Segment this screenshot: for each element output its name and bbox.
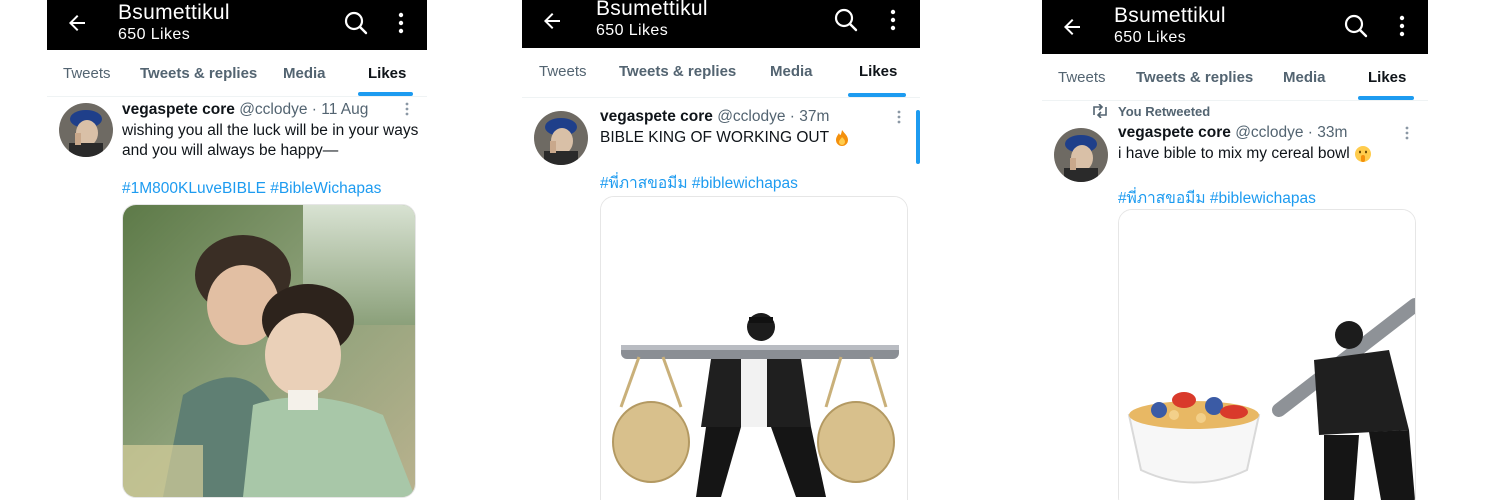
- back-arrow-icon[interactable]: [65, 11, 89, 35]
- display-name[interactable]: vegaspete core: [1118, 124, 1231, 141]
- active-tab-indicator: [1358, 96, 1414, 100]
- tab-tweets[interactable]: Tweets: [1058, 69, 1106, 86]
- hashtag-link[interactable]: #biblewichapas: [692, 175, 798, 192]
- tweet-meta: @cclodye · 37m: [717, 108, 830, 125]
- search-icon[interactable]: [1343, 13, 1369, 39]
- tab-media[interactable]: Media: [770, 63, 813, 80]
- tweet-media-photo[interactable]: [1118, 209, 1416, 500]
- profile-header: Bsumettikul 650 Likes: [522, 0, 920, 48]
- back-arrow-icon[interactable]: [540, 9, 564, 33]
- more-options-icon[interactable]: [889, 8, 897, 32]
- tab-media[interactable]: Media: [283, 65, 326, 82]
- tweet-more-icon[interactable]: [1405, 126, 1409, 140]
- retweet-icon: [1093, 104, 1107, 118]
- shushing-face-emoji-icon: [1355, 145, 1372, 162]
- hashtag-link[interactable]: #biblewichapas: [1210, 190, 1316, 207]
- tweet-meta: @cclodye · 11 Aug: [239, 101, 369, 118]
- tweet-more-icon[interactable]: [897, 110, 901, 124]
- avatar[interactable]: [1054, 128, 1108, 182]
- screen-2: Bsumettikul 650 Likes Tweets Tweets & re…: [522, 0, 920, 500]
- likes-count: 650 Likes: [596, 22, 669, 39]
- profile-name: Bsumettikul: [596, 0, 708, 20]
- profile-name: Bsumettikul: [118, 1, 230, 24]
- tweet-media-photo[interactable]: [600, 196, 908, 500]
- tab-likes[interactable]: Likes: [859, 63, 897, 80]
- hashtag-link[interactable]: #1M800KLuveBIBLE: [122, 180, 266, 197]
- avatar[interactable]: [534, 111, 588, 165]
- tweet-meta: @cclodye · 33m: [1235, 124, 1348, 141]
- active-tab-indicator: [358, 92, 413, 96]
- tweet-text-line: wishing you all the luck will be in your…: [122, 122, 419, 139]
- hashtag-link[interactable]: #พี่ภาสขอมีม: [600, 175, 688, 192]
- tab-media[interactable]: Media: [1283, 69, 1326, 86]
- tab-tweets-replies[interactable]: Tweets & replies: [140, 65, 257, 82]
- avatar[interactable]: [59, 103, 113, 157]
- profile-name: Bsumettikul: [1114, 4, 1226, 27]
- more-options-icon[interactable]: [1398, 14, 1406, 38]
- tab-likes[interactable]: Likes: [368, 65, 406, 82]
- fire-emoji-icon: [836, 129, 849, 146]
- screen-1: Bsumettikul 650 Likes Tweets Tweets & re…: [47, 0, 427, 500]
- profile-tabs: Tweets Tweets & replies Media Likes: [1042, 54, 1428, 101]
- tab-tweets[interactable]: Tweets: [539, 63, 587, 80]
- tweet-text: BIBLE KING OF WORKING OUT: [600, 129, 829, 146]
- profile-tabs: Tweets Tweets & replies Media Likes: [47, 50, 427, 97]
- tweet-text: i have bible to mix my cereal bowl: [1118, 145, 1350, 162]
- tab-tweets-replies[interactable]: Tweets & replies: [619, 63, 736, 80]
- retweet-label: You Retweeted: [1118, 104, 1211, 119]
- screen-3: Bsumettikul 650 Likes Tweets Tweets & re…: [1042, 0, 1428, 500]
- display-name[interactable]: vegaspete core: [122, 101, 235, 118]
- tab-tweets[interactable]: Tweets: [63, 65, 111, 82]
- display-name[interactable]: vegaspete core: [600, 108, 713, 125]
- tweet-text-line: and you will always be happy—: [122, 142, 339, 159]
- active-tab-indicator: [848, 93, 906, 97]
- tweet-more-icon[interactable]: [405, 102, 409, 116]
- tab-likes[interactable]: Likes: [1368, 69, 1406, 86]
- back-arrow-icon[interactable]: [1060, 15, 1084, 39]
- hashtag-link[interactable]: #BibleWichapas: [270, 180, 381, 197]
- profile-header: Bsumettikul 650 Likes: [1042, 0, 1428, 54]
- more-options-icon[interactable]: [397, 11, 405, 35]
- search-icon[interactable]: [343, 10, 369, 36]
- tweet-media-photo[interactable]: [122, 204, 416, 498]
- hashtag-link[interactable]: #พี่ภาสขอมีม: [1118, 190, 1206, 207]
- tab-tweets-replies[interactable]: Tweets & replies: [1136, 69, 1253, 86]
- search-icon[interactable]: [833, 7, 859, 33]
- profile-header: Bsumettikul 650 Likes: [47, 0, 427, 50]
- profile-tabs: Tweets Tweets & replies Media Likes: [522, 48, 920, 98]
- scroll-indicator: [916, 110, 920, 164]
- likes-count: 650 Likes: [118, 26, 191, 43]
- likes-count: 650 Likes: [1114, 29, 1187, 46]
